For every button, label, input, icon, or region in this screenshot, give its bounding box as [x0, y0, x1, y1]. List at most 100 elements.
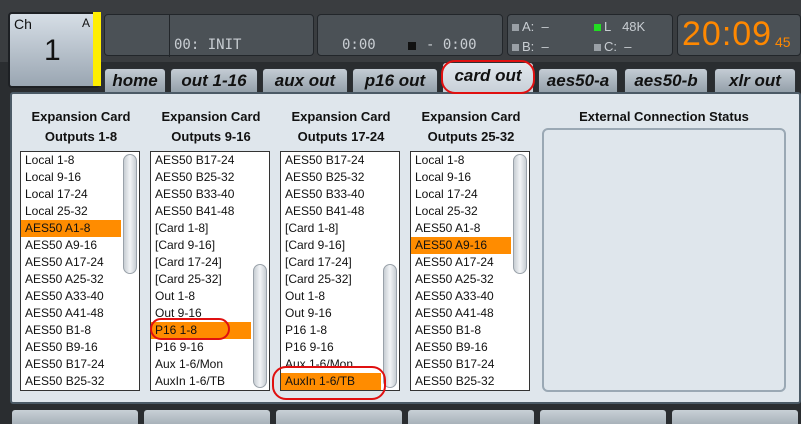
list-item[interactable]: AES50 B9-16 — [21, 339, 121, 356]
clock-time: 20:09 — [682, 15, 773, 53]
status-indicator-icon — [512, 44, 519, 51]
list-item[interactable]: Out 9-16 — [281, 305, 381, 322]
list-item[interactable]: AES50 B17-24 — [151, 152, 251, 169]
sync-l: L 48K — [594, 19, 645, 34]
list-item[interactable]: AES50 B41-48 — [281, 203, 381, 220]
channel-select-box[interactable]: Ch A 1 — [8, 12, 100, 88]
sync-lock-icon — [594, 24, 601, 31]
list-item[interactable]: Local 17-24 — [411, 186, 511, 203]
list-item[interactable]: AES50 B9-16 — [411, 339, 511, 356]
list-item[interactable]: Local 25-32 — [21, 203, 121, 220]
list-item[interactable]: AES50 B17-24 — [281, 152, 381, 169]
list-item[interactable]: [Card 17-24] — [151, 254, 251, 271]
status-indicator-icon — [594, 44, 601, 51]
list-item[interactable]: AES50 B17-24 — [411, 356, 511, 373]
list-item[interactable]: P16 1-8 — [281, 322, 381, 339]
list-item[interactable]: AES50 A41-48 — [21, 305, 121, 322]
annotation-circle-auxin — [272, 366, 386, 400]
scroll-thumb[interactable] — [513, 154, 527, 274]
scene-name: 00: INIT — [174, 37, 242, 53]
list-item[interactable]: P16 9-16 — [151, 339, 251, 356]
column-title-4: Expansion Card Outputs 25-32 — [421, 109, 521, 144]
tab-aes50-b[interactable]: aes50-b — [624, 68, 708, 92]
list-item[interactable]: AES50 A1-8 — [411, 220, 511, 237]
output-list-17-24[interactable]: AES50 B17-24 AES50 B25-32 AES50 B33-40 AES5… — [280, 151, 400, 391]
output-list-25-32[interactable]: Local 1-8 Local 9-16 Local 17-24 Local 25-3… — [410, 151, 530, 391]
list-item[interactable]: Local 25-32 — [411, 203, 511, 220]
annotation-circle-p16 — [150, 318, 230, 340]
clock-display: 20:09 45 — [677, 14, 801, 56]
list-item[interactable]: AES50 A1-8 — [21, 220, 121, 237]
list-item[interactable]: [Card 17-24] — [281, 254, 381, 271]
list-scrollbar[interactable] — [253, 154, 267, 388]
remaining-time: - 0:00 — [426, 37, 477, 53]
list-item[interactable]: [Card 9-16] — [151, 237, 251, 254]
list-item[interactable]: Local 9-16 — [411, 169, 511, 186]
tab-p16-out[interactable]: p16 out — [352, 68, 438, 92]
list-item[interactable]: P16 9-16 — [281, 339, 381, 356]
list-item[interactable]: AES50 A41-48 — [411, 305, 511, 322]
list-item[interactable]: [Card 25-32] — [151, 271, 251, 288]
list-item[interactable]: AES50 B17-24 — [21, 356, 121, 373]
external-connection-title: External Connection Status — [579, 109, 749, 124]
bottom-button-6[interactable] — [672, 410, 798, 424]
list-item[interactable]: AES50 B25-32 — [21, 373, 121, 390]
list-item[interactable]: AES50 A17-24 — [21, 254, 121, 271]
list-item[interactable]: AES50 B25-32 — [411, 373, 511, 390]
list-item[interactable]: Out 1-8 — [281, 288, 381, 305]
list-item[interactable]: AES50 A9-16 — [411, 237, 511, 254]
sync-b: B: – — [512, 39, 549, 54]
list-item[interactable]: AES50 A17-24 — [411, 254, 511, 271]
list-item[interactable]: [Card 1-8] — [151, 220, 251, 237]
list-item[interactable]: AES50 A33-40 — [411, 288, 511, 305]
list-item[interactable]: Local 1-8 — [411, 152, 511, 169]
elapsed-time: 0:00 — [342, 37, 376, 53]
list-item[interactable]: AES50 B33-40 — [281, 186, 381, 203]
list-item[interactable]: AES50 A9-16 — [21, 237, 121, 254]
tab-xlr-out[interactable]: xlr out — [714, 68, 796, 92]
scroll-thumb[interactable] — [253, 264, 267, 388]
list-item[interactable]: AES50 B41-48 — [151, 203, 251, 220]
output-list-9-16[interactable]: AES50 B17-24 AES50 B25-32 AES50 B33-40 AES5… — [150, 151, 270, 391]
column-title-3: Expansion Card Outputs 17-24 — [291, 109, 391, 144]
sync-c: C: – — [594, 39, 631, 54]
list-item[interactable]: Local 17-24 — [21, 186, 121, 203]
list-scrollbar[interactable] — [123, 154, 137, 388]
scene-display: 00: INIT — [104, 14, 314, 57]
list-item[interactable]: AES50 B33-40 — [151, 186, 251, 203]
list-item[interactable]: AES50 A33-40 — [21, 288, 121, 305]
output-list-1-8[interactable]: Local 1-8 Local 9-16 Local 17-24 Local 25-3… — [20, 151, 140, 391]
channel-badge: A — [81, 16, 90, 30]
list-item[interactable]: AES50 B25-32 — [151, 169, 251, 186]
list-item[interactable]: AES50 A25-32 — [411, 271, 511, 288]
list-item[interactable]: Aux 1-6/Mon — [151, 356, 251, 373]
column-title-2: Expansion Card Outputs 9-16 — [161, 109, 261, 144]
list-item[interactable]: [Card 9-16] — [281, 237, 381, 254]
list-item[interactable]: AES50 A25-32 — [21, 271, 121, 288]
list-item[interactable]: AES50 B25-32 — [281, 169, 381, 186]
list-scrollbar[interactable] — [383, 154, 397, 388]
list-item[interactable]: Local 9-16 — [21, 169, 121, 186]
list-item[interactable]: AES50 B1-8 — [411, 322, 511, 339]
tab-aux-out[interactable]: aux out — [262, 68, 348, 92]
bottom-button-5[interactable] — [540, 410, 666, 424]
tab-home[interactable]: home — [104, 68, 166, 92]
list-scrollbar[interactable] — [513, 154, 527, 388]
channel-number: 1 — [44, 34, 61, 67]
bottom-button-1[interactable] — [12, 410, 138, 424]
scroll-thumb[interactable] — [383, 264, 397, 388]
bottom-button-2[interactable] — [144, 410, 270, 424]
tab-out-1-16[interactable]: out 1-16 — [170, 68, 258, 92]
transport-display: 0:00 - 0:00 — [317, 14, 503, 56]
tab-aes50-a[interactable]: aes50-a — [538, 68, 618, 92]
list-item[interactable]: AuxIn 1-6/TB — [151, 373, 251, 390]
bottom-button-3[interactable] — [276, 410, 402, 424]
sync-status-display: A: – B: – L 48K C: – — [507, 14, 673, 56]
list-item[interactable]: Out 1-8 — [151, 288, 251, 305]
scroll-thumb[interactable] — [123, 154, 137, 274]
list-item[interactable]: [Card 1-8] — [281, 220, 381, 237]
list-item[interactable]: Local 1-8 — [21, 152, 121, 169]
list-item[interactable]: [Card 25-32] — [281, 271, 381, 288]
list-item[interactable]: AES50 B1-8 — [21, 322, 121, 339]
bottom-button-4[interactable] — [408, 410, 534, 424]
